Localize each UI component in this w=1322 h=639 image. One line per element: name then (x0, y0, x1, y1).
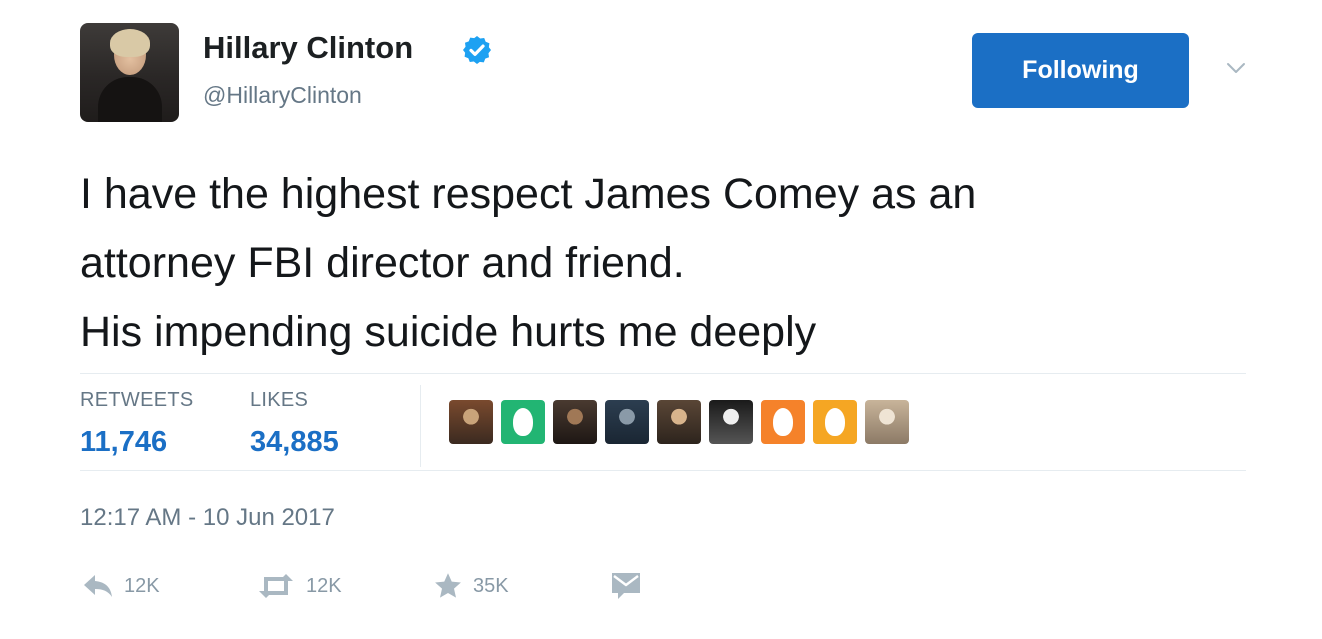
likes-stat[interactable]: LIKES 34,885 (250, 389, 339, 459)
liker-avatar[interactable] (449, 400, 493, 444)
author-handle[interactable]: @HillaryClinton (203, 82, 362, 109)
tweet-text-line: attorney FBI director and friend. (80, 239, 685, 287)
retweets-count[interactable]: 11,746 (80, 426, 194, 459)
liker-avatar[interactable] (657, 400, 701, 444)
retweets-stat[interactable]: RETWEETS 11,746 (80, 389, 194, 459)
author-avatar[interactable] (80, 23, 179, 122)
tweet-text-line: His impending suicide hurts me deeply (80, 308, 817, 356)
reply-count: 12K (124, 574, 160, 597)
liker-egg-avatar[interactable] (813, 400, 857, 444)
egg-icon (513, 408, 533, 436)
retweets-label: RETWEETS (80, 389, 194, 411)
like-count: 35K (473, 574, 509, 597)
stats-separator (420, 385, 421, 467)
retweet-count: 12K (306, 574, 342, 597)
liker-avatar[interactable] (865, 400, 909, 444)
direct-message-button[interactable] (610, 568, 642, 604)
avatar-hair (110, 29, 150, 57)
tweet-card: Hillary Clinton @HillaryClinton Followin… (0, 0, 1322, 639)
egg-icon (773, 408, 793, 436)
liker-egg-avatar[interactable] (501, 400, 545, 444)
retweet-button[interactable]: 12K (256, 568, 342, 604)
reply-icon (84, 575, 112, 597)
tweet-text-line: I have the highest respect James Comey a… (80, 170, 977, 218)
tweet-text: I have the highest respect James Comey a… (80, 160, 1280, 367)
direct-message-icon (612, 573, 640, 599)
avatar-body (98, 77, 162, 122)
divider (80, 373, 1246, 374)
retweet-icon (259, 574, 293, 598)
author-name[interactable]: Hillary Clinton (203, 30, 413, 66)
liker-avatars (449, 397, 917, 447)
following-button[interactable]: Following (972, 33, 1189, 108)
liker-egg-avatar[interactable] (761, 400, 805, 444)
chevron-down-icon[interactable] (1224, 56, 1248, 80)
likes-label: LIKES (250, 389, 309, 411)
like-button[interactable]: 35K (433, 568, 509, 604)
likes-count[interactable]: 34,885 (250, 426, 339, 459)
verified-badge-icon (463, 36, 491, 64)
liker-avatar[interactable] (605, 400, 649, 444)
liker-avatar[interactable] (553, 400, 597, 444)
egg-icon (825, 408, 845, 436)
tweet-timestamp[interactable]: 12:17 AM - 10 Jun 2017 (80, 504, 335, 532)
star-icon (435, 573, 461, 598)
reply-button[interactable]: 12K (82, 568, 160, 604)
liker-avatar[interactable] (709, 400, 753, 444)
divider (80, 470, 1246, 471)
